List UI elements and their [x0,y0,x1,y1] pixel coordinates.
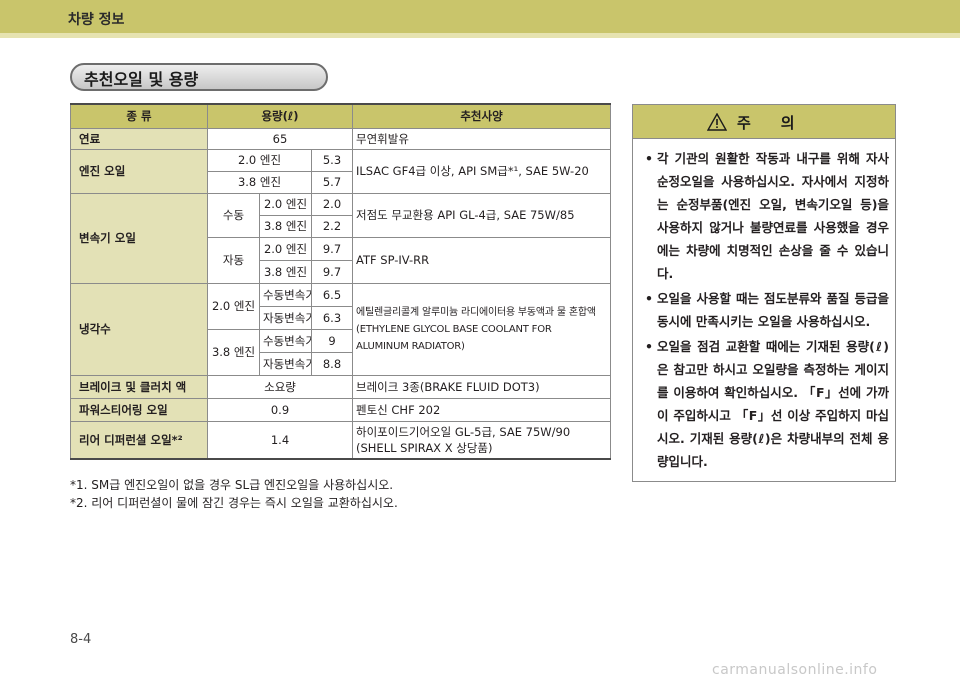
caution-list: • 각 기관의 원활한 작동과 내구를 위해 자사 순정오일을 사용하십시오. 자… [643,147,889,475]
spec-cell: ATF SP-IV-RR [352,236,611,284]
bullet-icon: • [645,339,653,354]
capacity-cell: 2.2 [311,214,353,238]
header-capacity: 용량(ℓ) [207,103,353,129]
trans-type-cell: 수동 [207,192,260,238]
caution-item: • 오일을 사용할 때는 점도분류와 품질 등급을 동시에 만족시키는 오일을 사… [643,287,889,333]
spec-cell: 하이포이드기어오일 GL-5급, SAE 75W/90 (SHELL SPIRA… [352,420,611,460]
caution-item: • 각 기관의 원활한 작동과 내구를 위해 자사 순정오일을 사용하십시오. 자… [643,147,889,285]
category-cell: 파워스티어링 오일 [70,397,208,422]
spec-cell: 브레이크 3종(BRAKE FLUID DOT3) [352,374,611,399]
trans-type-cell: 수동변속기 [259,282,312,307]
trans-type-cell: 자동변속기 [259,351,312,376]
table-row-coolant: 냉각수 2.0 엔진 수동변속기 6.5 에틸렌글리콜계 알루미늄 라디에이터용… [70,282,611,376]
trans-type-cell: 자동 [207,236,260,284]
capacity-cell: 5.7 [311,170,353,194]
capacity-cell: 9 [311,328,353,353]
spec-cell: 무연휘발유 [352,127,611,150]
header-stripe [0,33,960,38]
bullet-icon: • [645,291,653,306]
spec-cell: 에틸렌글리콜계 알루미늄 라디에이터용 부동액과 물 혼합액 (ETHYLENE… [352,282,611,376]
table-row-power-steering: 파워스티어링 오일 0.9 펜토신 CHF 202 [70,397,611,422]
category-cell: 변속기 오일 [70,192,208,284]
category-cell: 냉각수 [70,282,208,376]
trans-type-cell: 자동변속기 [259,305,312,330]
footnote-2: *2. 리어 디퍼런셜이 물에 잠긴 경우는 즉시 오일을 교환하십시오. [70,496,398,510]
capacity-cell: 9.7 [311,259,353,284]
spec-table: 종 류 용량(ℓ) 추천사양 연료 65 무연휘발유 엔진 오일 2.0 엔진 … [70,103,611,460]
warning-triangle-icon [707,113,727,131]
capacity-cell: 6.5 [311,282,353,307]
capacity-cell: 소요량 [207,374,353,399]
table-header-row: 종 류 용량(ℓ) 추천사양 [70,103,611,129]
footnotes: *1. SM급 엔진오일이 없을 경우 SL급 엔진오일을 사용하십시오. *2… [70,476,398,512]
spec-cell: 저점도 무교환용 API GL-4급, SAE 75W/85 [352,192,611,238]
table-row-brake: 브레이크 및 클러치 액 소요량 브레이크 3종(BRAKE FLUID DOT… [70,374,611,399]
table-row-trans-manual: 변속기 오일 수동 2.0 엔진 2.0 저점도 무교환용 API GL-4급,… [70,192,611,284]
table-row-rear-diff: 리어 디퍼런셜 오일*² 1.4 하이포이드기어오일 GL-5급, SAE 75… [70,420,611,460]
category-cell: 엔진 오일 [70,148,208,194]
header-type: 종 류 [70,103,208,129]
spec-cell: 펜토신 CHF 202 [352,397,611,422]
capacity-cell: 8.8 [311,351,353,376]
spec-cell: ILSAC GF4급 이상, API SM급*¹, SAE 5W-20 [352,148,611,194]
engine-cell: 3.8 엔진 [207,170,312,194]
caution-item: • 오일을 점검 교환할 때에는 기재된 용량(ℓ)은 참고만 하시고 오일량을 … [643,335,889,473]
capacity-cell: 0.9 [207,397,353,422]
category-cell: 리어 디퍼런셜 오일*² [70,420,208,460]
engine-cell: 2.0 엔진 [259,192,312,216]
watermark: carmanualsonline.info [712,662,878,678]
caution-box: 주의 • 각 기관의 원활한 작동과 내구를 위해 자사 순정오일을 사용하십시오… [632,104,896,482]
engine-cell: 2.0 엔진 [207,282,260,330]
table-row-fuel: 연료 65 무연휘발유 [70,127,611,150]
caution-header: 주의 [633,105,895,139]
header-spec: 추천사양 [352,103,611,129]
category-cell: 연료 [70,127,208,150]
capacity-cell: 6.3 [311,305,353,330]
capacity-cell: 5.3 [311,148,353,172]
section-title: 추천오일 및 용량 [84,70,199,89]
caution-title: 주의 [737,114,825,132]
capacity-cell: 65 [207,127,353,150]
engine-cell: 2.0 엔진 [207,148,312,172]
engine-cell: 3.8 엔진 [207,328,260,376]
footnote-1: *1. SM급 엔진오일이 없을 경우 SL급 엔진오일을 사용하십시오. [70,478,394,492]
bullet-icon: • [645,151,653,166]
capacity-cell: 9.7 [311,236,353,261]
category-cell: 브레이크 및 클러치 액 [70,374,208,399]
chapter-title: 차량 정보 [68,12,125,28]
capacity-cell: 1.4 [207,420,353,460]
table-row-engine-oil: 엔진 오일 2.0 엔진 5.3 ILSAC GF4급 이상, API SM급*… [70,148,611,194]
header-band [0,0,960,33]
capacity-cell: 2.0 [311,192,353,216]
page-number: 8-4 [70,632,92,647]
engine-cell: 3.8 엔진 [259,259,312,284]
trans-type-cell: 수동변속기 [259,328,312,353]
engine-cell: 3.8 엔진 [259,214,312,238]
engine-cell: 2.0 엔진 [259,236,312,261]
